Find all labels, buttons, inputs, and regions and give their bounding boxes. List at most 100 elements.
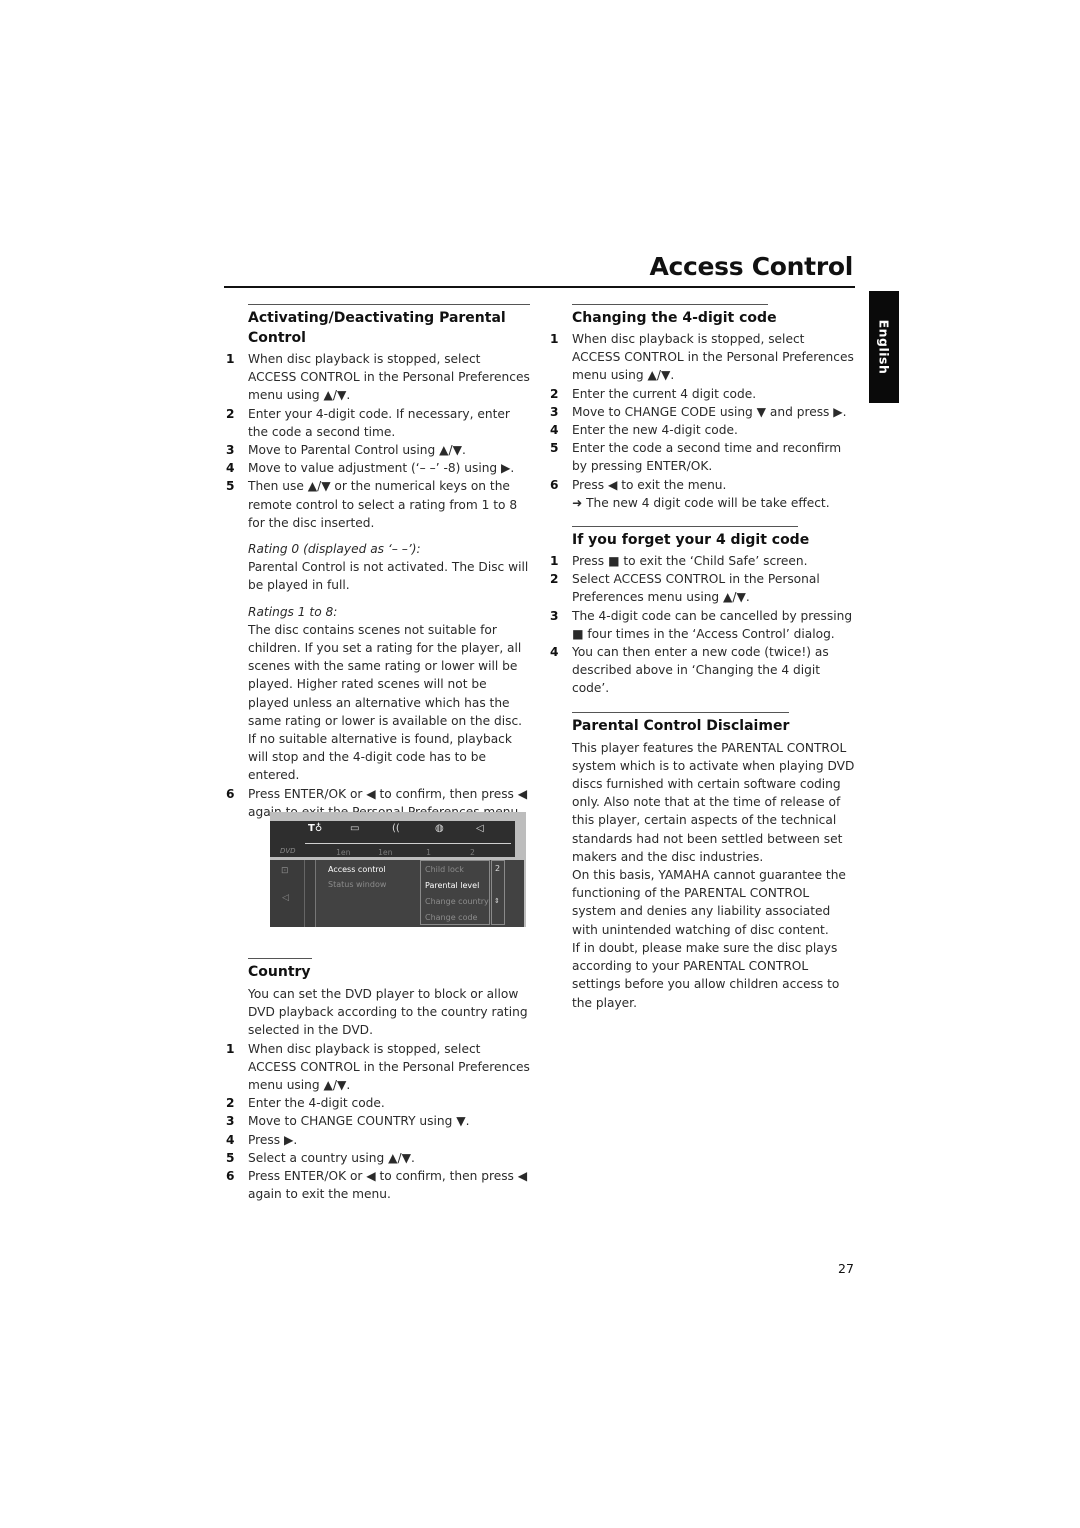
person-icon: ⊡ bbox=[281, 866, 289, 876]
step-number: 3 bbox=[550, 608, 559, 623]
step-text: Move to value adjustment (‘– –’ -8) usin… bbox=[248, 461, 515, 476]
osd-settings-panel: Access control Status window Child lock … bbox=[315, 860, 524, 927]
step-number: 1 bbox=[550, 554, 559, 569]
page-number: 27 bbox=[838, 1261, 854, 1276]
step-number: 1 bbox=[550, 332, 559, 346]
step-item: 4 Move to value adjustment (‘– –’ -8) usi… bbox=[224, 459, 530, 477]
step-item: 4 Enter the new 4-digit code. bbox=[548, 421, 856, 439]
step-item: 4 Press ▶. bbox=[224, 1131, 530, 1149]
step-number: 2 bbox=[226, 406, 235, 421]
dvd-logo-icon: DVD bbox=[280, 847, 296, 855]
step-number: 2 bbox=[226, 1096, 235, 1111]
step-text: Move to Parental Control using ▲/▼. bbox=[248, 443, 466, 458]
step-list: 1 Press ■ to exit the ‘Child Safe’ screen… bbox=[548, 552, 856, 698]
disclaimer-paragraph: If in doubt, please make sure the disc p… bbox=[572, 940, 840, 1010]
section-divider bbox=[248, 958, 312, 959]
settings-tools-icon: T♁ bbox=[308, 823, 323, 834]
section-heading: If you forget your 4 digit code bbox=[572, 532, 810, 549]
step-text: When disc playback is stopped, select AC… bbox=[248, 352, 530, 403]
country-intro: You can set the DVD player to block or a… bbox=[248, 987, 528, 1038]
page-title: Access Control bbox=[649, 252, 853, 281]
step-text: Press ■ to exit the ‘Child Safe’ screen. bbox=[572, 554, 808, 569]
step-text: When disc playback is stopped, select AC… bbox=[248, 1041, 530, 1093]
step-text: Move to CHANGE COUNTRY using ▼. bbox=[248, 1114, 470, 1129]
osd-top-bar: T♁ ▭ (( ◍ ◁ DVD 1en 1en 1 2 bbox=[270, 821, 515, 857]
step-text: Select ACCESS CONTROL in the Personal Pr… bbox=[572, 572, 820, 605]
step-number: 3 bbox=[550, 404, 559, 419]
step-item: 3 Move to CHANGE COUNTRY using ▼. bbox=[224, 1112, 530, 1130]
step-item: 2 Enter your 4-digit code. If necessary, … bbox=[224, 405, 530, 441]
section-changing-code: Changing the 4-digit code 1 When disc pla… bbox=[548, 304, 856, 512]
step-item: 6 Press ENTER/OK or ◀ to confirm, then pr… bbox=[224, 1167, 530, 1203]
language-tab: English bbox=[869, 291, 899, 403]
right-column: Changing the 4-digit code 1 When disc pla… bbox=[548, 304, 856, 1012]
osd-submenu-change-code[interactable]: Change code bbox=[425, 913, 477, 922]
ratings-1-8-text: The disc contains scenes not suitable fo… bbox=[248, 622, 523, 783]
step-text: Enter your 4-digit code. If necessary, e… bbox=[248, 406, 510, 439]
left-column: Activating/Deactivating Parental Control… bbox=[224, 304, 530, 821]
osd-menu-item-access-control[interactable]: Access control bbox=[328, 865, 386, 874]
section-disclaimer: Parental Control Disclaimer This player … bbox=[548, 711, 856, 1012]
step-number: 5 bbox=[550, 441, 559, 456]
osd-menu-item-status-window[interactable]: Status window bbox=[328, 880, 386, 889]
section-heading: Country bbox=[248, 964, 311, 980]
step-text: Select a country using ▲/▼. bbox=[248, 1150, 415, 1165]
section-heading: Activating/Deactivating Parental Control bbox=[248, 310, 506, 346]
up-down-arrows-icon: ⇕ bbox=[494, 897, 500, 905]
ratings-1-8-label: Ratings 1 to 8: bbox=[248, 604, 338, 619]
step-text: Move to CHANGE CODE using ▼ and press ▶. bbox=[572, 404, 847, 419]
step-text: Then use ▲/▼ or the numerical keys on th… bbox=[248, 479, 518, 530]
section-heading: Changing the 4-digit code bbox=[572, 310, 777, 326]
step-number: 1 bbox=[226, 1041, 235, 1056]
section-forget-code: If you forget your 4 digit code 1 Press ■… bbox=[548, 526, 856, 698]
step-text: The 4-digit code can be cancelled by pre… bbox=[572, 608, 853, 641]
rating-0-text: Parental Control is not activated. The D… bbox=[248, 560, 529, 593]
step-text: Enter the 4-digit code. bbox=[248, 1096, 385, 1111]
audio-icon: (( bbox=[392, 823, 400, 834]
step-number: 5 bbox=[226, 479, 235, 494]
step-item: 1 When disc playback is stopped, select A… bbox=[548, 330, 856, 385]
osd-menu-panel: ⊡ ◁ Access control Status window Child l… bbox=[270, 860, 524, 927]
osd-value: 1en bbox=[336, 848, 351, 857]
disclaimer-paragraph: This player features the PARENTAL CONTRO… bbox=[572, 740, 855, 864]
step-number: 4 bbox=[226, 461, 235, 476]
section-activating-parental-control: Activating/Deactivating Parental Control… bbox=[224, 304, 530, 821]
step-list: 1 When disc playback is stopped, select A… bbox=[224, 1040, 530, 1204]
osd-submenu-child-lock[interactable]: Child lock bbox=[425, 865, 464, 874]
disc-icon: ◍ bbox=[435, 823, 444, 834]
section-divider bbox=[572, 304, 768, 305]
step-item: 2 Enter the current 4 digit code. bbox=[548, 385, 856, 403]
step-number: 4 bbox=[550, 645, 559, 660]
osd-submenu-change-country[interactable]: Change country bbox=[425, 897, 489, 906]
step-number: 5 bbox=[226, 1150, 235, 1165]
osd-icon-row: T♁ ▭ (( ◍ ◁ bbox=[270, 821, 515, 839]
step-text: Enter the new 4-digit code. bbox=[572, 423, 738, 438]
osd-value: 1en bbox=[378, 848, 393, 857]
step-number: 2 bbox=[550, 386, 559, 401]
osd-side-icons: ⊡ ◁ bbox=[270, 860, 305, 927]
osd-submenu-parental-level[interactable]: Parental level bbox=[425, 881, 479, 890]
step-item: 3 Move to Parental Control using ▲/▼. bbox=[224, 441, 530, 459]
step-item: 1 Press ■ to exit the ‘Child Safe’ screen… bbox=[548, 552, 856, 570]
language-tab-label: English bbox=[876, 319, 892, 375]
osd-level-scale[interactable]: 2 ⇕ bbox=[491, 860, 505, 925]
step-item: 6 Press ◀ to exit the menu. bbox=[548, 476, 856, 494]
step-number: 3 bbox=[226, 1114, 235, 1129]
step-item: 1 When disc playback is stopped, select A… bbox=[224, 350, 530, 405]
step-text: Press ▶. bbox=[248, 1132, 298, 1147]
step-text: Enter the code a second time and reconfi… bbox=[572, 441, 842, 474]
step-number: 1 bbox=[226, 352, 235, 366]
step-list: 1 When disc playback is stopped, select A… bbox=[548, 330, 856, 494]
title-divider bbox=[224, 286, 855, 288]
step-number: 3 bbox=[226, 443, 235, 458]
speaker-icon: ◁ bbox=[282, 893, 289, 903]
step-result: ➜ The new 4 digit code will be take effe… bbox=[572, 495, 830, 510]
osd-level-value: 2 bbox=[495, 864, 501, 873]
disclaimer-paragraph: On this basis, YAMAHA cannot guarantee t… bbox=[572, 868, 846, 937]
step-number: 2 bbox=[550, 572, 559, 587]
osd-menu-screenshot: T♁ ▭ (( ◍ ◁ DVD 1en 1en 1 2 ⊡ ◁ Access c… bbox=[270, 812, 526, 927]
osd-divider bbox=[305, 843, 511, 844]
speaker-icon: ◁ bbox=[476, 823, 484, 834]
osd-submenu: Child lock Parental level Change country… bbox=[420, 860, 490, 925]
step-number: 4 bbox=[226, 1132, 235, 1147]
